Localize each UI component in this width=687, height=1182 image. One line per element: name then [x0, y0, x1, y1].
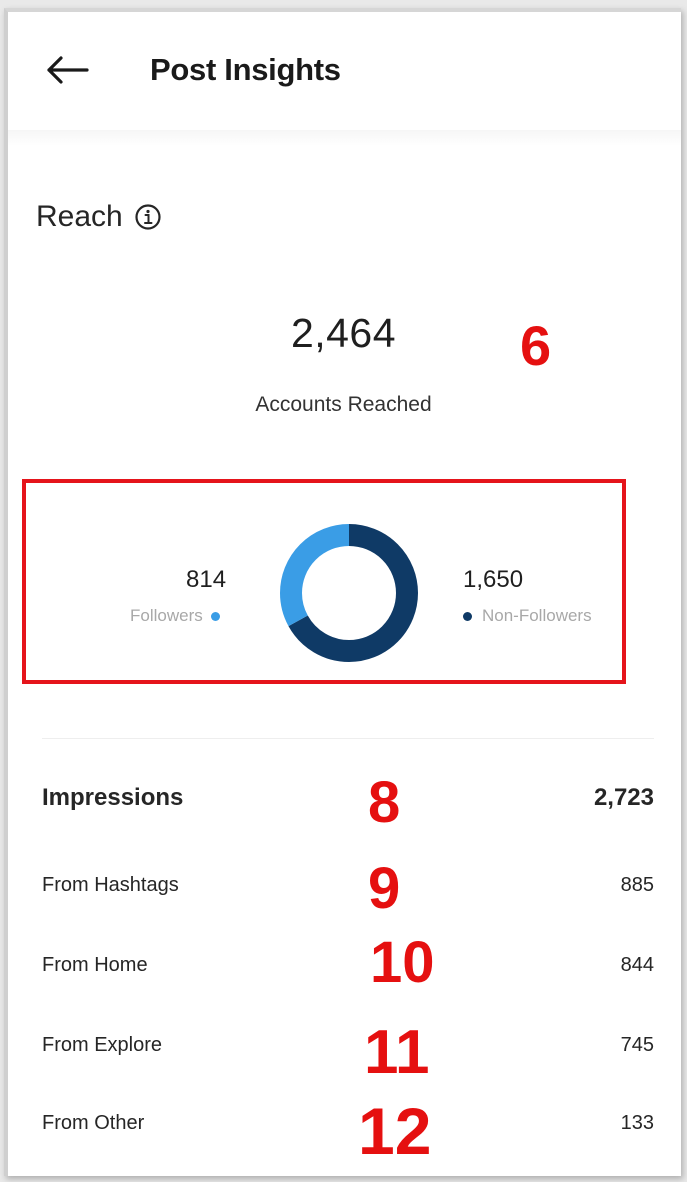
non-followers-label: Non-Followers — [482, 606, 592, 625]
annotation-11: 11 — [364, 1018, 430, 1087]
impressions-label: Impressions — [42, 784, 184, 811]
impression-source-row: From Hashtags 885 — [42, 874, 654, 897]
reach-donut-chart — [280, 524, 418, 662]
section-divider — [42, 738, 654, 739]
accounts-reached-value: 2,464 — [290, 310, 397, 356]
annotation-9: 9 — [368, 856, 401, 921]
annotation-8: 8 — [368, 770, 401, 835]
reach-heading: Reach — [36, 200, 163, 234]
source-value: 885 — [620, 874, 654, 896]
annotation-12: 12 — [358, 1094, 432, 1168]
header-divider — [8, 130, 681, 146]
info-circle-icon[interactable] — [133, 202, 163, 232]
source-label: From Home — [42, 954, 148, 976]
followers-dot — [210, 611, 220, 621]
non-followers-count: 1,650 — [463, 566, 524, 593]
accounts-reached-label: Accounts Reached — [255, 393, 432, 416]
source-label: From Hashtags — [42, 874, 179, 896]
followers-legend: Followers — [130, 606, 220, 626]
source-value: 844 — [620, 954, 654, 976]
annotation-6: 6 — [520, 314, 552, 377]
source-value: 745 — [620, 1034, 654, 1056]
source-label: From Explore — [42, 1034, 163, 1056]
impression-source-row: From Explore 745 — [42, 1034, 654, 1057]
followers-label: Followers — [130, 606, 203, 625]
source-label: From Other — [42, 1112, 145, 1134]
impression-source-row: From Home 844 — [42, 954, 654, 977]
top-app-bar: Post Insights — [8, 12, 681, 130]
source-value: 133 — [620, 1112, 654, 1134]
non-followers-dot — [463, 611, 472, 621]
impression-source-row: From Other 133 — [42, 1112, 654, 1135]
arrow-left-icon — [47, 56, 89, 84]
page-title: Post Insights — [150, 52, 341, 87]
impressions-row: Impressions 2,723 — [42, 784, 654, 812]
back-button[interactable] — [42, 50, 92, 90]
annotation-10: 10 — [370, 930, 435, 995]
reach-heading-label: Reach — [36, 200, 123, 233]
non-followers-legend: Non-Followers — [463, 606, 592, 626]
impressions-total: 2,723 — [593, 784, 654, 811]
followers-count: 814 — [186, 566, 227, 593]
